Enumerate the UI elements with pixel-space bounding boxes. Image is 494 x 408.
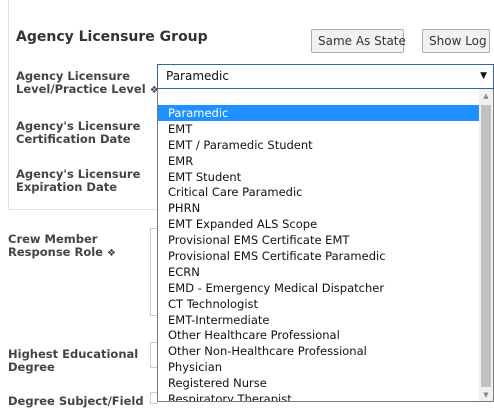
dropdown-option[interactable]: EMT Student (158, 169, 480, 185)
crew-role-label-line2: Response Role ❖ (8, 246, 116, 260)
licensure-level-dropdown-list[interactable]: Paramedic EMT EMT / Paramedic Student EM… (157, 89, 494, 402)
caret-down-icon: ▼ (480, 71, 487, 81)
dropdown-scrollbar[interactable]: ▲ ▼ (479, 89, 493, 401)
dropdown-option[interactable]: Paramedic (158, 105, 480, 121)
scroll-up-arrow-icon[interactable]: ▲ (479, 89, 493, 103)
expiration-date-label: Agency's Licensure Expiration Date (16, 168, 140, 194)
licensure-level-select[interactable]: Paramedic ▼ (157, 64, 494, 89)
show-log-button[interactable]: Show Log (422, 29, 490, 53)
dropdown-option[interactable]: EMT / Paramedic Student (158, 137, 480, 153)
crew-role-label: Crew Member Response Role ❖ (8, 233, 116, 260)
licensure-level-label-text: Level/Practice Level (16, 82, 146, 96)
licensure-level-selected-value: Paramedic (166, 69, 229, 83)
dropdown-option[interactable]: Provisional EMS Certificate Paramedic (158, 248, 480, 264)
licensure-level-label-line2: Level/Practice Level ❖ (16, 83, 159, 97)
group-title: Agency Licensure Group (16, 29, 208, 45)
scroll-down-arrow-icon[interactable]: ▼ (479, 388, 493, 401)
scrollbar-thumb[interactable] (481, 105, 491, 387)
dropdown-options: Paramedic EMT EMT / Paramedic Student EM… (158, 105, 480, 401)
expiration-date-label-line2: Expiration Date (16, 180, 118, 194)
info-circle-icon[interactable]: ❖ (107, 248, 116, 259)
dropdown-option[interactable]: EMD - Emergency Medical Dispatcher (158, 280, 480, 296)
dropdown-option[interactable]: ECRN (158, 264, 480, 280)
certification-date-label-line2: Certification Date (16, 132, 131, 146)
dropdown-option[interactable]: Physician (158, 359, 480, 375)
dropdown-option[interactable]: Respiratory Therapist (158, 391, 480, 401)
dropdown-option[interactable]: Provisional EMS Certificate EMT (158, 232, 480, 248)
education-label-line2: Degree (8, 360, 55, 374)
same-as-state-button[interactable]: Same As State (311, 29, 406, 53)
dropdown-option[interactable]: EMR (158, 153, 480, 169)
dropdown-option[interactable]: Registered Nurse (158, 375, 480, 391)
dropdown-option[interactable]: Critical Care Paramedic (158, 184, 480, 200)
dropdown-option[interactable]: Other Non-Healthcare Professional (158, 343, 480, 359)
dropdown-option[interactable]: EMT (158, 121, 480, 137)
dropdown-option[interactable]: EMT-Intermediate (158, 312, 480, 328)
dropdown-option[interactable]: EMT Expanded ALS Scope (158, 216, 480, 232)
dropdown-option[interactable]: Other Healthcare Professional (158, 327, 480, 343)
dropdown-option[interactable]: PHRN (158, 200, 480, 216)
crew-role-label-text: Response Role (8, 245, 103, 259)
dropdown-option[interactable]: CT Technologist (158, 296, 480, 312)
education-label: Highest Educational Degree (8, 348, 138, 374)
licensure-level-label: Agency Licensure Level/Practice Level ❖ (16, 70, 159, 97)
certification-date-label: Agency's Licensure Certification Date (16, 120, 140, 146)
